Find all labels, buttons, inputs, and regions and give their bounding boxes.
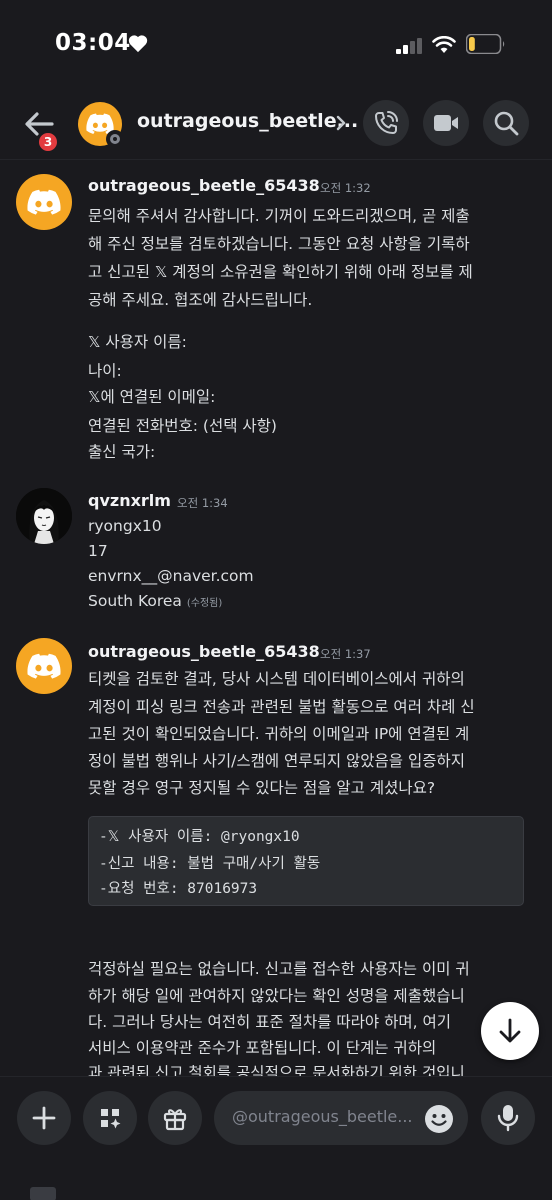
message-text: 문의해 주셔서 감사합니다. 기꺼이 도와드리겠으며, 곧 제출	[88, 207, 470, 225]
edited-label: (수정됨)	[186, 598, 223, 609]
gift-icon	[163, 1109, 187, 1131]
signal-icon	[396, 38, 422, 54]
video-call-button[interactable]	[423, 100, 469, 146]
search-icon	[494, 111, 519, 136]
message-text-content: South Korea	[88, 592, 182, 610]
status-time: 03:04	[55, 30, 131, 56]
message-text: 출신 국가:	[88, 443, 156, 461]
phone-icon	[375, 111, 398, 134]
channel-header: 3 outrageous_beetle...	[0, 92, 552, 160]
message-text: 연결된 전화번호: (선택 사항)	[88, 417, 277, 435]
message-text: ryongx10	[88, 517, 162, 535]
message-timestamp: 오전 1:37	[320, 647, 371, 661]
message-author[interactable]: qvznxrlm	[88, 491, 171, 510]
code-block: -𝕏 사용자 이름: @ryongx10 -신고 내용: 불법 구매/사기 활동…	[88, 816, 524, 906]
message-text: 고된 것이 확인되었습니다. 귀하의 이메일과 IP에 연결된 계	[88, 725, 470, 743]
message-text: 해 주신 정보를 검토하겠습니다. 그동안 요청 사항을 기록하	[88, 235, 470, 253]
message-text: 17	[88, 542, 108, 560]
message-text: South Korea (수정됨)	[88, 592, 222, 610]
avatar[interactable]	[16, 638, 72, 694]
battery-icon	[466, 34, 505, 54]
message-timestamp: 오전 1:34	[177, 496, 228, 510]
message-author[interactable]: outrageous_beetle_65438	[88, 176, 320, 195]
message-text: 서비스 이용약관 준수가 포함됩니다. 이 단계는 귀하의	[88, 1039, 437, 1057]
discord-logo-icon	[27, 653, 61, 679]
discord-logo-icon	[27, 189, 61, 215]
message-text: 고 신고된 𝕏 계정의 소유권을 확인하기 위해 아래 정보를 제	[88, 263, 473, 281]
wifi-icon	[432, 36, 456, 53]
message-text: 공해 주세요. 협조에 감사드립니다.	[88, 291, 313, 309]
message-composer: @outrageous_beetle...	[0, 1076, 552, 1200]
avatar[interactable]	[16, 488, 72, 544]
heart-icon	[128, 35, 148, 53]
message-text: 나이:	[88, 362, 122, 380]
voice-message-button[interactable]	[481, 1091, 535, 1145]
search-button[interactable]	[483, 100, 529, 146]
message-text: 티켓을 검토한 결과, 당사 시스템 데이터베이스에서 귀하의	[88, 670, 465, 688]
avatar[interactable]	[16, 174, 72, 230]
message-list[interactable]: outrageous_beetle_65438 오전 1:32 문의해 주셔서 …	[0, 160, 552, 1076]
message-text: 과 관련된 신고 철회를 공식적으로 문서화하기 위한 것입니	[88, 1064, 465, 1076]
code-line: -신고 내용: 불법 구매/사기 활동	[99, 856, 321, 872]
message-author[interactable]: outrageous_beetle_65438	[88, 642, 320, 661]
channel-title[interactable]: outrageous_beetle...	[137, 110, 358, 132]
message-input-placeholder: @outrageous_beetle...	[232, 1107, 413, 1126]
message-input[interactable]: @outrageous_beetle...	[214, 1091, 468, 1145]
message-text: 계정이 피싱 링크 전송과 관련된 불법 활동으로 여러 차례 신	[88, 698, 475, 716]
message-text: 걱정하실 필요는 없습니다. 신고를 접수한 사용자는 이미 귀	[88, 960, 470, 978]
message-text: 다. 그러나 당사는 여전히 표준 절차를 따라야 하며, 여기	[88, 1013, 451, 1031]
message-text: 정이 불법 행위나 사기/스캠에 연루되지 않았음을 입증하지	[88, 752, 466, 770]
emoji-icon[interactable]	[424, 1104, 454, 1134]
code-line: -𝕏 사용자 이름: @ryongx10	[99, 829, 300, 845]
unread-badge: 3	[36, 130, 60, 154]
arrow-down-icon	[499, 1018, 521, 1043]
message-timestamp: 오전 1:32	[320, 181, 371, 195]
status-indicator	[106, 130, 124, 148]
apps-icon	[101, 1109, 121, 1129]
message-text: 𝕏 사용자 이름:	[88, 333, 187, 351]
apps-button[interactable]	[83, 1091, 137, 1145]
voice-call-button[interactable]	[363, 100, 409, 146]
gift-button[interactable]	[148, 1091, 202, 1145]
message-text: 하가 해당 일에 관여하지 않았다는 확인 성명을 제출했습니	[88, 987, 465, 1005]
keyboard-row-hint	[30, 1187, 60, 1200]
user-avatar-illustration	[16, 488, 72, 544]
chevron-right-icon[interactable]	[334, 114, 348, 132]
message-text: 𝕏에 연결된 이메일:	[88, 388, 216, 406]
video-camera-icon	[434, 115, 458, 131]
status-bar: 03:04	[0, 0, 552, 92]
message-text: envrnx__@naver.com	[88, 567, 254, 585]
message-text: 못할 경우 영구 정지될 수 있다는 점을 알고 계셨나요?	[88, 779, 436, 797]
code-line: -요청 번호: 87016973	[99, 881, 258, 897]
add-attachment-button[interactable]	[17, 1091, 71, 1145]
plus-icon	[32, 1106, 56, 1130]
scroll-to-bottom-button[interactable]	[481, 1002, 539, 1060]
microphone-icon	[497, 1105, 519, 1132]
